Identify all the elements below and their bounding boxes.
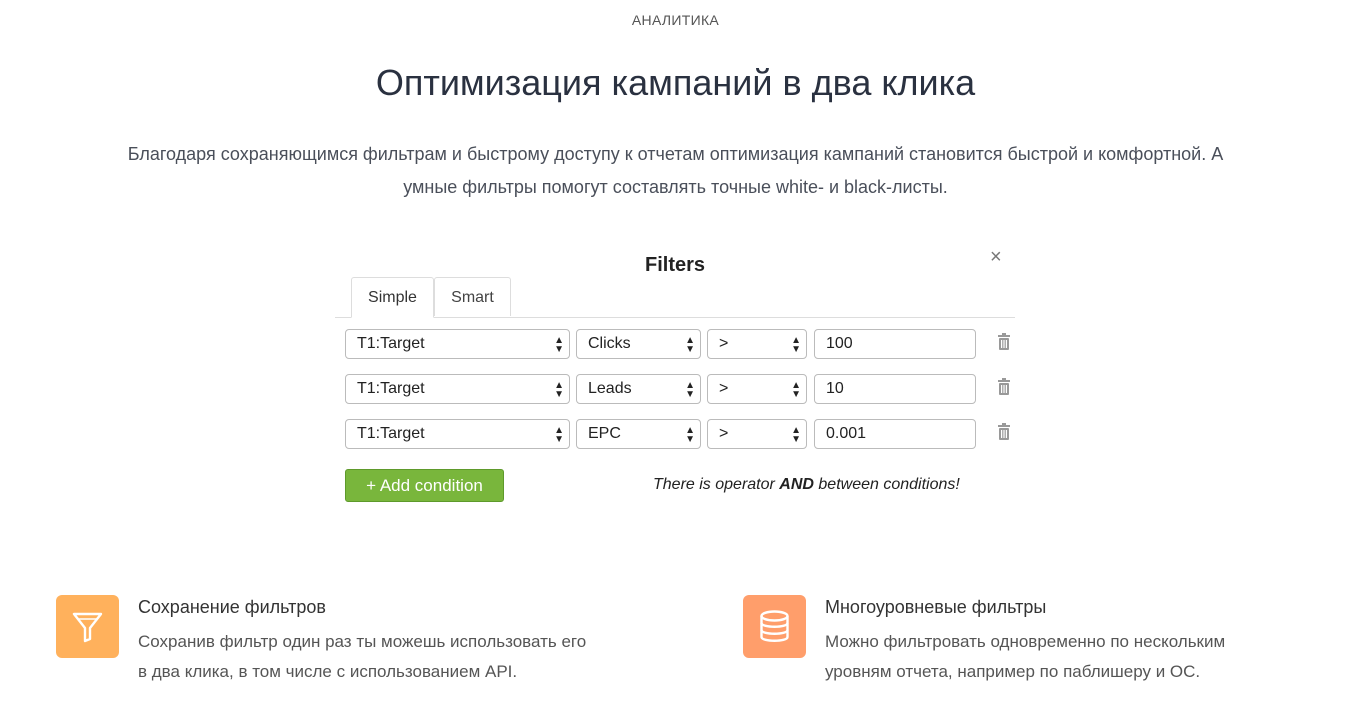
value-input[interactable]: 10: [814, 374, 976, 404]
select-arrows-icon: ▲ ▼: [554, 425, 564, 445]
feature-title: Сохранение фильтров: [138, 597, 326, 617]
feature-text: Сохранив фильтр один раз ты можешь испол…: [138, 632, 587, 681]
condition-row: T1:Target ▲ ▼ EPC ▲ ▼ > ▲ ▼ 0.001: [345, 419, 1015, 451]
metric-select-value: EPC: [588, 425, 621, 442]
condition-row: T1:Target ▲ ▼ Clicks ▲ ▼ > ▲ ▼ 100: [345, 329, 1015, 361]
condition-row: T1:Target ▲ ▼ Leads ▲ ▼ > ▲ ▼ 10: [345, 374, 1015, 406]
modal-title: Filters: [644, 254, 706, 276]
field-select-value: T1:Target: [357, 335, 425, 352]
value-input[interactable]: 100: [814, 329, 976, 359]
metric-select-value: Leads: [588, 380, 632, 397]
field-select-value: T1:Target: [357, 380, 425, 397]
operator-select-value: >: [719, 380, 729, 397]
select-arrows-icon: ▲ ▼: [791, 380, 801, 400]
select-arrows-icon: ▲ ▼: [685, 425, 695, 445]
feature-multilevel-filters: Многоуровневые фильтры Можно фильтровать…: [743, 595, 1343, 695]
operator-select[interactable]: > ▲ ▼: [707, 374, 807, 404]
feature-save-filters: Сохранение фильтров Сохранив фильтр один…: [56, 595, 656, 695]
operator-note: There is operator AND between conditions…: [653, 476, 960, 494]
trash-icon[interactable]: [997, 423, 1011, 441]
metric-select[interactable]: Clicks ▲ ▼: [576, 329, 701, 359]
value-input[interactable]: 0.001: [814, 419, 976, 449]
page-title: Оптимизация кампаний в два клика: [375, 62, 976, 103]
metric-select-value: Clicks: [588, 335, 631, 352]
field-select[interactable]: T1:Target ▲ ▼: [345, 329, 570, 359]
select-arrows-icon: ▲ ▼: [685, 380, 695, 400]
select-arrows-icon: ▲ ▼: [791, 425, 801, 445]
tab-smart[interactable]: Smart: [434, 277, 511, 316]
metric-select[interactable]: Leads ▲ ▼: [576, 374, 701, 404]
operator-note-suffix: between conditions!: [813, 476, 960, 493]
metric-select[interactable]: EPC ▲ ▼: [576, 419, 701, 449]
section-eyebrow: АНАЛИТИКА: [631, 12, 720, 28]
funnel-icon: [56, 595, 119, 658]
select-arrows-icon: ▲ ▼: [791, 335, 801, 355]
select-arrows-icon: ▲ ▼: [685, 335, 695, 355]
feature-text: Можно фильтровать одновременно по нескол…: [825, 632, 1226, 681]
field-select-value: T1:Target: [357, 425, 425, 442]
operator-note-bold: AND: [779, 476, 814, 493]
field-select[interactable]: T1:Target ▲ ▼: [345, 374, 570, 404]
operator-select[interactable]: > ▲ ▼: [707, 419, 807, 449]
close-icon[interactable]: ×: [990, 246, 1002, 269]
feature-title: Многоуровневые фильтры: [825, 597, 1047, 617]
section-subtitle: Благодаря сохраняющимся фильтрам и быстр…: [127, 144, 1224, 197]
filters-modal: Filters × Simple Smart T1:Target ▲ ▼ Clic…: [335, 240, 1015, 520]
filter-tabs: Simple Smart: [335, 277, 1015, 318]
operator-note-prefix: There is operator: [653, 476, 780, 493]
field-select[interactable]: T1:Target ▲ ▼: [345, 419, 570, 449]
database-icon: [743, 595, 806, 658]
trash-icon[interactable]: [997, 378, 1011, 396]
tab-simple[interactable]: Simple: [351, 277, 434, 318]
select-arrows-icon: ▲ ▼: [554, 380, 564, 400]
operator-select-value: >: [719, 335, 729, 352]
trash-icon[interactable]: [997, 333, 1011, 351]
operator-select[interactable]: > ▲ ▼: [707, 329, 807, 359]
add-condition-button[interactable]: + Add condition: [345, 469, 504, 502]
select-arrows-icon: ▲ ▼: [554, 335, 564, 355]
operator-select-value: >: [719, 425, 729, 442]
